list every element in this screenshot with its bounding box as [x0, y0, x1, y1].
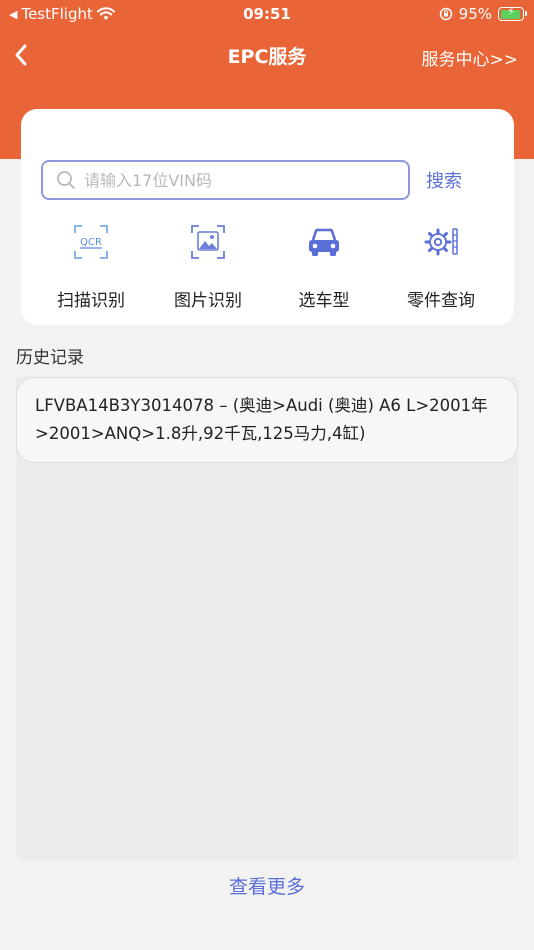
function-parts-label: 零件查询	[407, 291, 475, 311]
status-bar: ◀ TestFlight 09:51 95% ⚡	[0, 0, 534, 28]
function-parts[interactable]: 零件查询	[386, 222, 496, 311]
function-image[interactable]: 图片识别	[153, 222, 263, 311]
search-button[interactable]: 搜索	[426, 167, 462, 193]
search-card: 搜索 QCR 扫描识别 图片识别	[21, 109, 514, 325]
vin-search-box[interactable]	[41, 160, 410, 200]
function-image-label: 图片识别	[174, 291, 242, 311]
history-list: LFVBA14B3Y3014078 – (奥迪>Audi (奥迪) A6 L>2…	[16, 377, 518, 859]
function-scan-label: 扫描识别	[57, 291, 125, 311]
search-icon	[57, 171, 75, 189]
status-right: 95% ⚡	[439, 5, 527, 23]
qcr-scan-icon: QCR	[74, 225, 108, 259]
service-center-link[interactable]: 服务中心>>	[422, 45, 519, 70]
image-recognition-icon	[191, 225, 225, 259]
function-car-model-label: 选车型	[298, 291, 350, 311]
function-scan[interactable]: QCR 扫描识别	[36, 222, 146, 311]
car-icon	[309, 228, 339, 256]
history-title: 历史记录	[16, 348, 84, 368]
history-item[interactable]: LFVBA14B3Y3014078 – (奥迪>Audi (奥迪) A6 L>2…	[16, 377, 518, 463]
function-car-model[interactable]: 选车型	[269, 222, 379, 311]
vin-search-input[interactable]	[84, 170, 384, 190]
battery-icon: ⚡	[498, 5, 527, 21]
gear-parts-icon	[424, 228, 458, 256]
view-more-link[interactable]: 查看更多	[0, 872, 534, 899]
battery-percent: 95%	[458, 5, 492, 23]
orientation-lock-icon	[439, 7, 452, 21]
navigation-bar: EPC服务 服务中心>>	[0, 36, 534, 76]
svg-text:QCR: QCR	[80, 237, 102, 248]
